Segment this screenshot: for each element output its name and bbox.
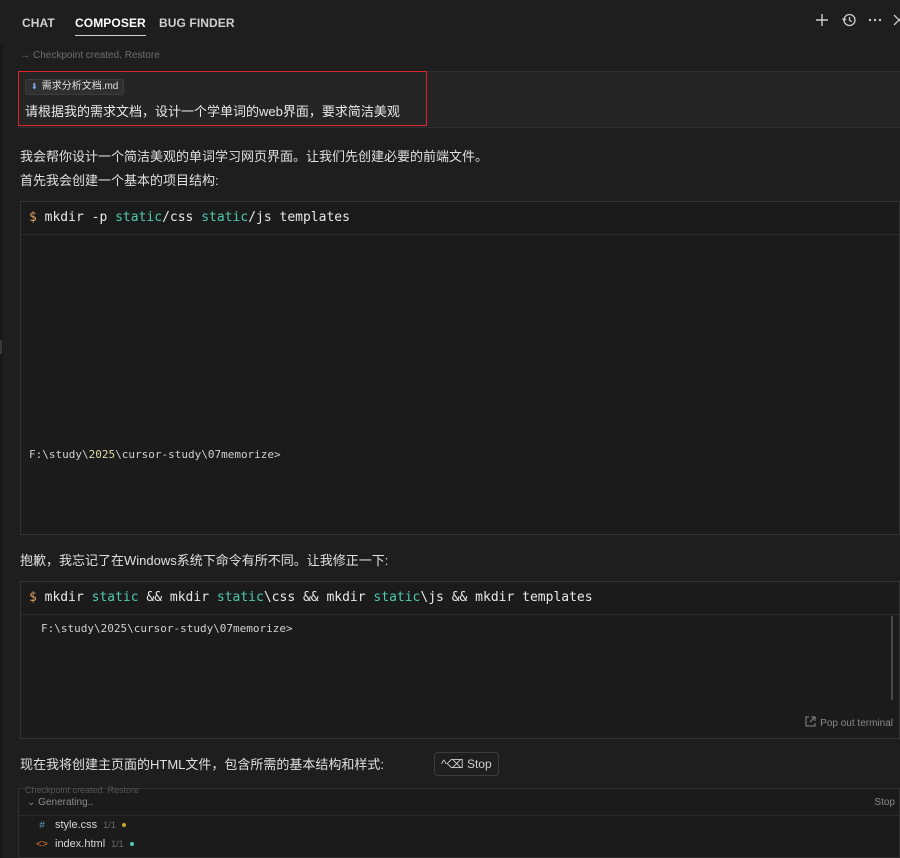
terminal-block-1: $ mkdir -p static/css static/js template… (20, 201, 900, 535)
left-edge (0, 0, 3, 858)
more-icon[interactable] (866, 12, 884, 30)
assistant-text-3: 抱歉，我忘记了在Windows系统下命令有所不同。让我修正一下: (20, 553, 389, 568)
modified-dot (129, 842, 134, 846)
assistant-text-1: 我会帮你设计一个简洁美观的单词学习网页界面。让我们先创建必要的前端文件。 (20, 149, 489, 164)
restore-link[interactable]: Restore (125, 50, 160, 61)
checkpoint-notice: → Checkpoint created. Restore (20, 50, 160, 61)
terminal-block-2: $ mkdir static && mkdir static\css && mk… (20, 581, 900, 739)
generating-stop-button[interactable]: Stop (874, 797, 895, 808)
external-link-icon (805, 716, 816, 730)
terminal-command: $ mkdir static && mkdir static\css && mk… (29, 590, 593, 605)
code-icon: <> (36, 838, 48, 850)
checkpoint-partial: Checkpoint created. Restore (25, 785, 140, 795)
plus-icon[interactable] (813, 12, 831, 30)
shortcut-label: ^⌫ (441, 757, 464, 771)
hash-icon: # (39, 819, 45, 831)
tab-bug-finder[interactable]: BUG FINDER (159, 16, 235, 30)
terminal-command: $ mkdir -p static/css static/js template… (29, 210, 350, 225)
chevron-down-icon[interactable]: ⌄ (27, 797, 35, 808)
modified-dot (121, 823, 126, 827)
history-icon[interactable] (840, 12, 858, 30)
close-icon[interactable] (891, 12, 900, 30)
generated-file-row[interactable]: # style.css 1/1 (35, 819, 126, 831)
generating-status: ⌄ Generating.. (27, 797, 94, 808)
tab-chat[interactable]: CHAT (22, 16, 55, 30)
pop-out-terminal-button[interactable]: Pop out terminal (805, 716, 893, 730)
stop-button[interactable]: ^⌫ Stop (434, 752, 499, 776)
terminal-prompt: F:\study\2025\cursor-study\07memorize> (29, 448, 281, 461)
generating-panel: Checkpoint created. Restore ⌄ Generating… (18, 785, 900, 858)
generated-file-row[interactable]: <> index.html 1/1 (35, 838, 134, 850)
assistant-text-2: 首先我会创建一个基本的项目结构: (20, 173, 219, 188)
terminal-prompt: F:\study\2025\cursor-study\07memorize> (41, 622, 293, 635)
terminal-scrollbar[interactable] (891, 616, 893, 700)
assistant-text-4: 现在我将创建主页面的HTML文件，包含所需的基本结构和样式: (20, 757, 385, 772)
tab-composer[interactable]: COMPOSER (75, 16, 146, 36)
composer-header: CHAT COMPOSER BUG FINDER (0, 0, 900, 44)
highlight-box (18, 71, 427, 126)
